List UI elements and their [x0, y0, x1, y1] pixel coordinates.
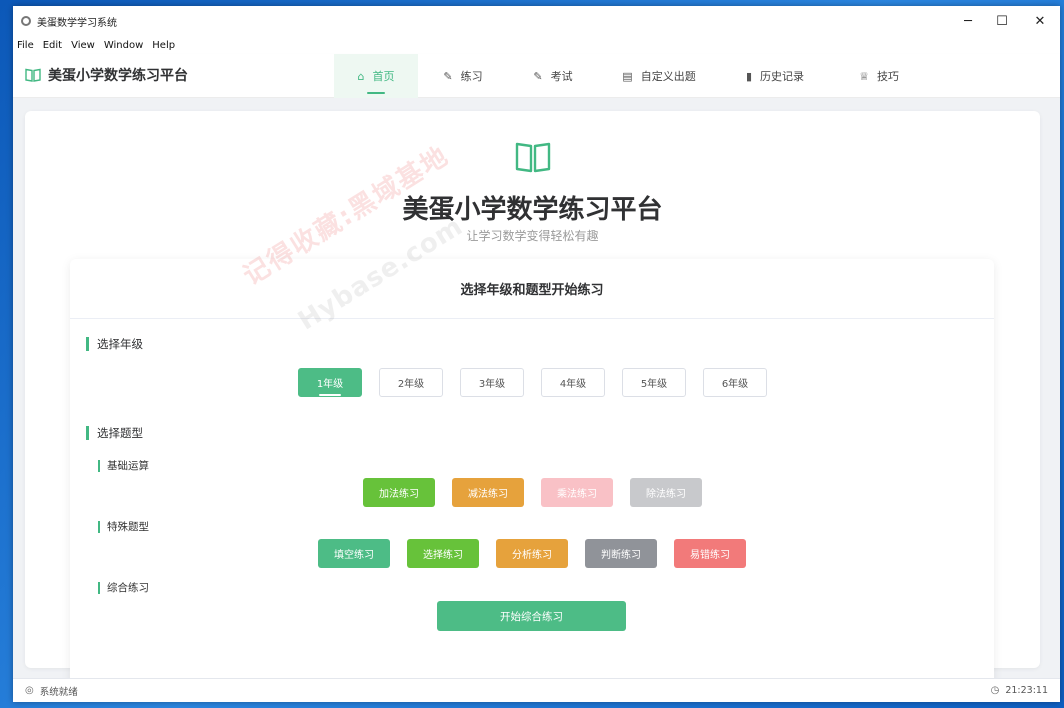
- edit-icon: ✎: [443, 69, 453, 83]
- multiplication-practice-button[interactable]: 乘法练习: [541, 478, 613, 507]
- trophy-icon: ♕: [859, 69, 869, 83]
- app-window: 美蛋数学学习系统 ─ ☐ ✕ File Edit View Window Hel…: [13, 6, 1060, 702]
- grade-selector: 1年级 2年级 3年级 4年级 5年级 6年级: [298, 368, 784, 397]
- nav-label: 历史记录: [760, 70, 805, 83]
- check-circle-icon: ◎: [25, 685, 34, 696]
- division-practice-button[interactable]: 除法练习: [630, 478, 702, 507]
- status-bar: ◎ 系统就绪 ◷ 21:23:11: [13, 678, 1060, 702]
- main-content: 美蛋小学数学练习平台 让学习数学变得轻松有趣 选择年级和题型开始练习 选择年级 …: [13, 98, 1060, 691]
- minimize-button[interactable]: ─: [951, 6, 985, 36]
- grade-button-6[interactable]: 6年级: [703, 368, 767, 397]
- brand-name: 美蛋小学数学练习平台: [48, 68, 188, 84]
- nav-label: 考试: [550, 70, 573, 83]
- combo-practice-title: 综合练习: [98, 582, 149, 594]
- close-button[interactable]: ✕: [1023, 6, 1057, 36]
- menu-view[interactable]: View: [71, 40, 95, 51]
- card-header: 选择年级和题型开始练习: [70, 259, 994, 319]
- nav-label: 首页: [372, 70, 395, 83]
- clock-icon: ◷: [990, 685, 1000, 696]
- nav-label: 技巧: [876, 70, 899, 83]
- book-icon: [25, 68, 41, 82]
- bar-chart-icon: ▮: [745, 69, 753, 83]
- nav-label: 自定义出题: [640, 70, 696, 83]
- nav-item-home[interactable]: ⌂ 首页: [334, 54, 418, 98]
- menu-help[interactable]: Help: [152, 40, 175, 51]
- book-icon: [515, 142, 551, 173]
- document-icon: ▤: [622, 69, 633, 83]
- fill-blank-practice-button[interactable]: 填空练习: [318, 539, 390, 568]
- error-prone-practice-button[interactable]: 易错练习: [674, 539, 746, 568]
- hero-title: 美蛋小学数学练习平台: [402, 195, 663, 225]
- nav-item-tips[interactable]: ♕ 技巧: [830, 54, 928, 98]
- nav-menu: ⌂ 首页 ✎ 练习 ✎ 考试 ▤ 自定义出题 ▮ 历史记录 ♕ 技巧: [334, 54, 928, 98]
- app-icon: [21, 16, 31, 26]
- subtraction-practice-button[interactable]: 减法练习: [452, 478, 524, 507]
- window-title: 美蛋数学学习系统: [37, 18, 117, 29]
- title-bar: 美蛋数学学习系统 ─ ☐ ✕: [13, 6, 1060, 36]
- maximize-button[interactable]: ☐: [985, 6, 1019, 36]
- grade-button-3[interactable]: 3年级: [460, 368, 524, 397]
- multiple-choice-practice-button[interactable]: 选择练习: [407, 539, 479, 568]
- true-false-practice-button[interactable]: 判断练习: [585, 539, 657, 568]
- addition-practice-button[interactable]: 加法练习: [363, 478, 435, 507]
- nav-item-exam[interactable]: ✎ 考试: [508, 54, 598, 98]
- type-section-title: 选择题型: [86, 426, 143, 440]
- menu-file[interactable]: File: [17, 40, 34, 51]
- basic-ops-title: 基础运算: [98, 460, 149, 472]
- status-time: 21:23:11: [1005, 685, 1048, 696]
- menu-bar: File Edit View Window Help: [13, 36, 1060, 54]
- grade-button-4[interactable]: 4年级: [541, 368, 605, 397]
- edit-icon: ✎: [533, 69, 543, 83]
- hero-card: 美蛋小学数学练习平台 让学习数学变得轻松有趣 选择年级和题型开始练习 选择年级 …: [25, 111, 1040, 691]
- nav-item-practice[interactable]: ✎ 练习: [418, 54, 508, 98]
- grade-button-1[interactable]: 1年级: [298, 368, 362, 397]
- analysis-practice-button[interactable]: 分析练习: [496, 539, 568, 568]
- practice-card: 选择年级和题型开始练习 选择年级 1年级 2年级 3年级 4年级 5年级 6年级…: [70, 259, 994, 691]
- grade-section-title: 选择年级: [86, 337, 143, 351]
- nav-label: 练习: [460, 70, 483, 83]
- hero-subtitle: 让学习数学变得轻松有趣: [466, 229, 599, 243]
- brand[interactable]: 美蛋小学数学练习平台: [25, 64, 188, 86]
- nav-item-history[interactable]: ▮ 历史记录: [720, 54, 830, 98]
- special-types-title: 特殊题型: [98, 521, 149, 533]
- top-navbar: 美蛋小学数学练习平台 ⌂ 首页 ✎ 练习 ✎ 考试 ▤ 自定义出题 ▮ 历史记录: [13, 54, 1060, 98]
- grade-button-5[interactable]: 5年级: [622, 368, 686, 397]
- basic-ops-buttons: 加法练习 减法练习 乘法练习 除法练习: [363, 478, 719, 507]
- status-text: 系统就绪: [39, 686, 78, 698]
- menu-edit[interactable]: Edit: [43, 40, 62, 51]
- menu-window[interactable]: Window: [104, 40, 143, 51]
- nav-item-custom[interactable]: ▤ 自定义出题: [598, 54, 720, 98]
- special-types-buttons: 填空练习 选择练习 分析练习 判断练习 易错练习: [318, 539, 763, 568]
- grade-button-2[interactable]: 2年级: [379, 368, 443, 397]
- home-icon: ⌂: [357, 69, 365, 83]
- start-combo-practice-button[interactable]: 开始综合练习: [437, 601, 626, 631]
